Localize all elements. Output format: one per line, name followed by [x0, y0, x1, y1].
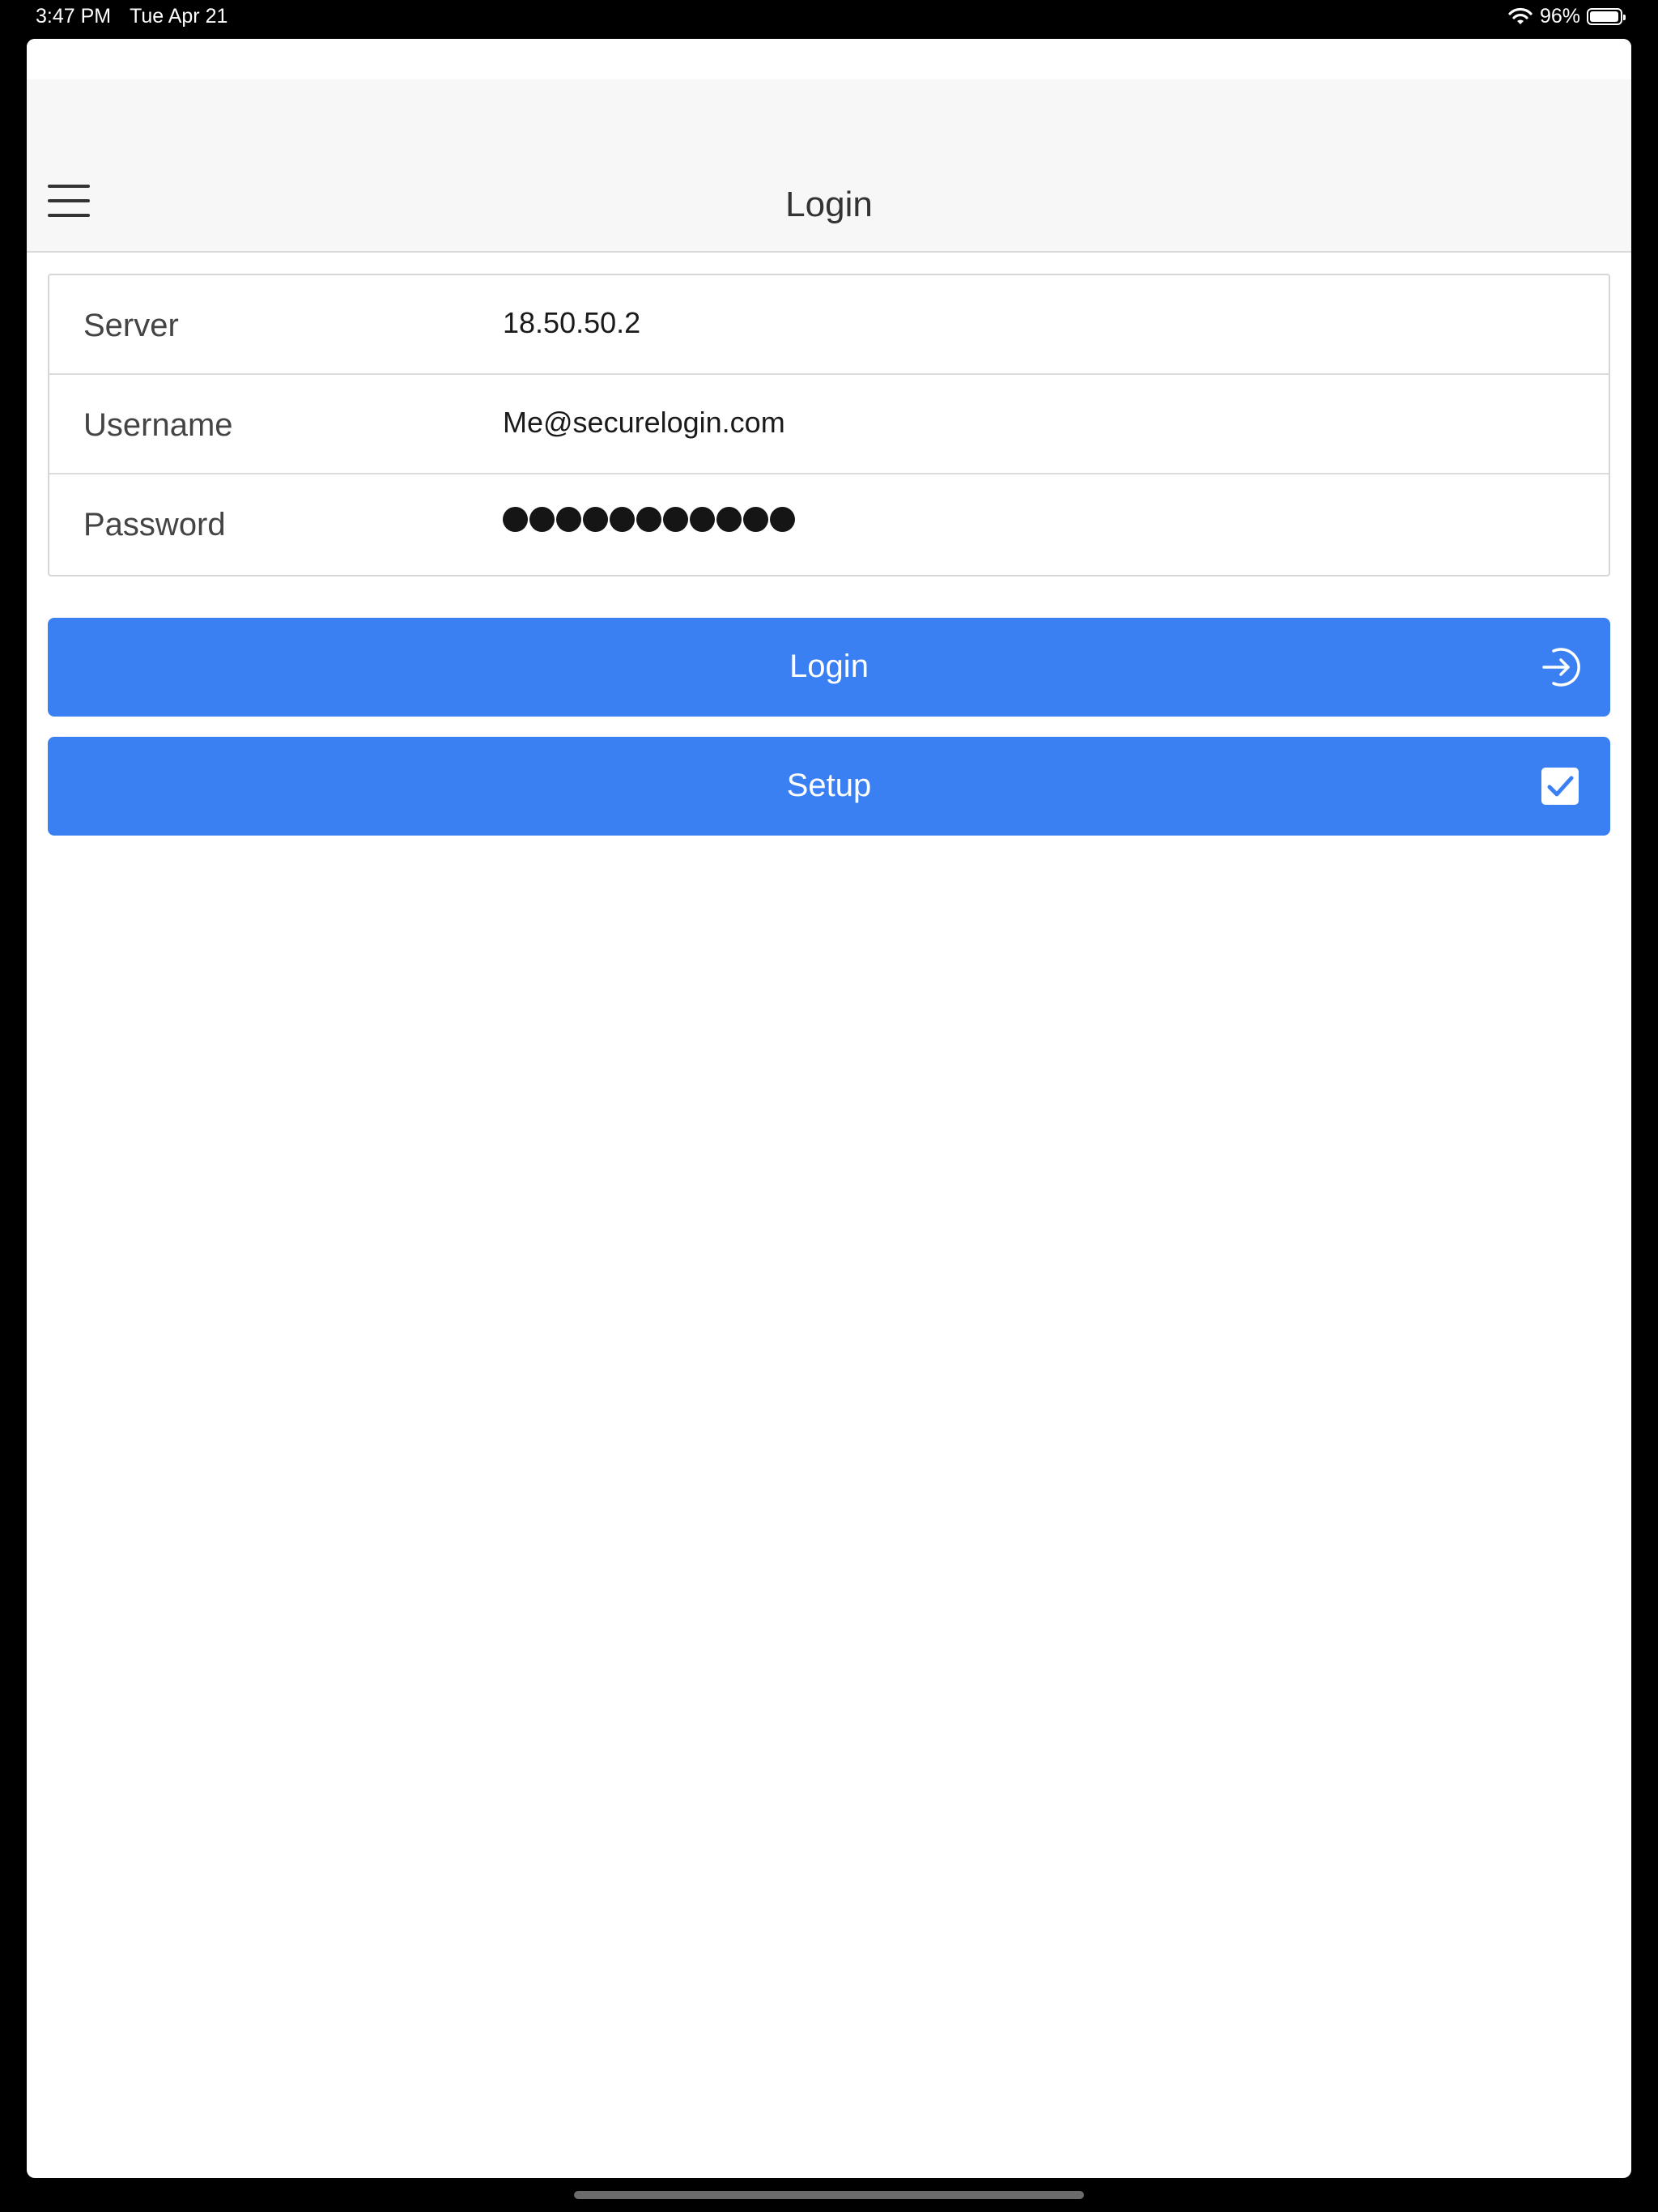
password-dot	[529, 507, 555, 532]
wifi-icon	[1508, 7, 1533, 24]
battery-fill	[1590, 11, 1618, 22]
battery-tip	[1623, 15, 1626, 20]
page-title: Login	[785, 185, 873, 224]
app-window: Login Server Username Password Login Set…	[27, 39, 1631, 2178]
username-label: Username	[83, 407, 233, 443]
password-dot	[556, 507, 581, 532]
status-indicators: 96%	[1507, 5, 1626, 28]
battery-icon	[1587, 8, 1626, 25]
setup-button-label: Setup	[786, 768, 872, 803]
status-time: 3:47 PM	[36, 5, 112, 28]
password-dot	[716, 507, 742, 532]
password-dot	[770, 507, 795, 532]
password-row[interactable]: Password	[49, 474, 1609, 574]
status-bar: 3:47 PM Tue Apr 21 96%	[0, 0, 1658, 39]
login-button-label: Login	[789, 649, 869, 684]
sign-in-arrow-icon	[1542, 648, 1580, 687]
login-button[interactable]: Login	[48, 618, 1610, 717]
username-input[interactable]	[503, 394, 1579, 451]
password-label: Password	[83, 507, 226, 542]
password-dot	[503, 507, 528, 532]
password-dot	[690, 507, 715, 532]
password-input[interactable]	[503, 507, 795, 532]
top-strip	[27, 39, 1631, 79]
server-input[interactable]	[503, 295, 1579, 351]
username-row: Username	[49, 375, 1609, 474]
login-form: Server Username Password	[48, 274, 1610, 576]
home-indicator[interactable]	[574, 2191, 1084, 2199]
battery-percent: 96%	[1539, 5, 1580, 28]
navigation-bar: Login	[27, 79, 1631, 253]
password-dot	[610, 507, 635, 532]
checkbox-checked-icon	[1541, 768, 1579, 805]
password-dot	[583, 507, 608, 532]
server-row: Server	[49, 275, 1609, 375]
password-dot	[663, 507, 688, 532]
status-date: Tue Apr 21	[130, 5, 228, 28]
setup-button[interactable]: Setup	[48, 737, 1610, 836]
password-dot	[636, 507, 661, 532]
server-label: Server	[83, 308, 179, 343]
password-dot	[743, 507, 768, 532]
